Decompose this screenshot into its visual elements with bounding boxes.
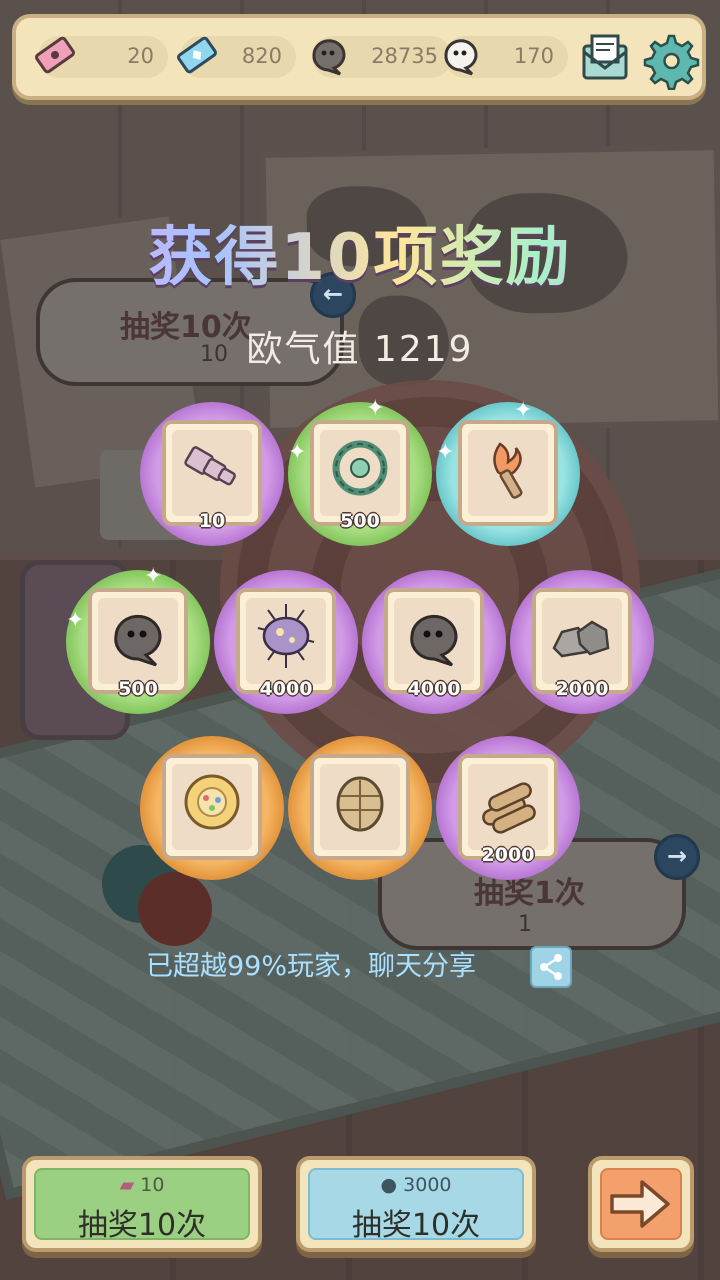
reward-item[interactable]: 4000 (214, 570, 358, 714)
reward-item[interactable]: 500 ✦ ✦ (66, 564, 210, 714)
ticket-count: 20 (127, 44, 154, 68)
next-button[interactable] (588, 1156, 694, 1252)
bacterium-icon (257, 604, 315, 668)
resource-dark-soul: 28735 (312, 36, 452, 78)
button-cost: ▰ 10 (119, 1174, 165, 1196)
button-label: 抽奖10次 (351, 1208, 481, 1243)
reward-card (458, 420, 558, 526)
draw-ten-ticket-button[interactable]: ▰ 10 抽奖10次 (22, 1156, 262, 1252)
crystal-ticket-icon (177, 36, 217, 74)
golden-disc-icon (184, 774, 240, 830)
reward-card (162, 754, 262, 860)
flame-torch-icon (493, 442, 523, 499)
button-label: 抽奖10次 (77, 1208, 207, 1243)
sparkle-icon: ✦ (144, 564, 163, 589)
bubble-cost: 1 (518, 912, 532, 937)
resource-white-soul: 170 (444, 36, 568, 78)
soul-icon: ● (380, 1174, 398, 1196)
reward-item[interactable]: 4000 (362, 570, 506, 714)
resource-bar: 20 820 28735 170 (12, 14, 706, 100)
luck-value: 欧气值 1219 (246, 329, 474, 370)
mail-icon[interactable] (574, 28, 636, 90)
dark-soul-icon (114, 614, 162, 667)
reward-item[interactable]: 2000 (436, 736, 580, 880)
share-text[interactable]: 已超越99%玩家，聊天分享 (146, 944, 476, 983)
sparkle-icon: ✦ (288, 440, 307, 465)
reward-item[interactable]: ✦ ✦ (436, 398, 580, 546)
reward-quantity: 2000 (481, 844, 535, 866)
dark-soul-count: 28735 (371, 44, 438, 68)
reward-quantity: 4000 (407, 678, 461, 700)
vine-wreath-icon (332, 440, 388, 496)
white-soul-count: 170 (513, 44, 554, 68)
crystal-count: 820 (241, 44, 282, 68)
sparkle-icon: ✦ (514, 398, 533, 423)
reward-item[interactable]: 2000 (510, 570, 654, 714)
sparkle-icon: ✦ (436, 440, 455, 465)
ball-red (138, 872, 212, 946)
dark-soul-icon (410, 614, 458, 667)
settings-gear-icon[interactable] (638, 28, 700, 90)
reward-quantity: 500 (118, 678, 158, 700)
share-icon[interactable] (530, 946, 572, 988)
button-cost: ● 3000 (380, 1174, 452, 1196)
reward-item[interactable] (140, 736, 284, 880)
reward-quantity: 2000 (555, 678, 609, 700)
telescope-icon (184, 446, 236, 486)
ticket-icon (35, 36, 75, 74)
stones-icon (552, 620, 610, 658)
reward-quantity: 500 (340, 510, 380, 532)
resource-crystal: 820 (177, 36, 296, 78)
reward-quantity: 10 (198, 510, 226, 532)
sparkle-icon: ✦ (366, 396, 385, 421)
logs-icon (482, 782, 536, 834)
fossil-shell-icon (336, 776, 384, 832)
sparkle-icon: ✦ (66, 608, 85, 633)
reward-item[interactable]: 10 (140, 402, 284, 546)
reward-item[interactable] (288, 736, 432, 880)
resource-ticket: 20 (35, 36, 168, 78)
right-arrow-icon (610, 1180, 670, 1228)
dark-soul-icon (312, 39, 346, 76)
reward-card (310, 754, 410, 860)
right-arrow-icon: → (654, 834, 700, 880)
reward-title: 获得10项奖励 (0, 206, 720, 298)
draw-ten-soul-button[interactable]: ● 3000 抽奖10次 (296, 1156, 536, 1252)
ticket-icon: ▰ (119, 1174, 135, 1196)
reward-quantity: 4000 (259, 678, 313, 700)
reward-item[interactable]: 500 ✦ ✦ (288, 396, 432, 546)
white-soul-icon (444, 39, 478, 76)
